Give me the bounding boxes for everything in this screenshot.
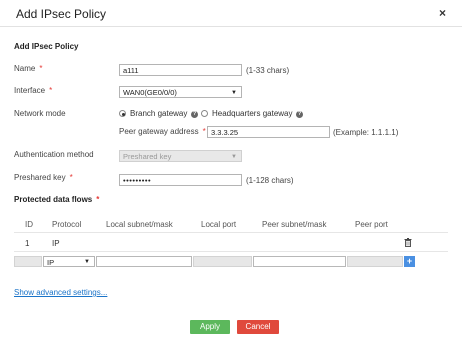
help-icon[interactable]: ? xyxy=(191,111,198,118)
name-label: Name * xyxy=(14,64,42,73)
peer-gateway-hint: (Example: 1.1.1.1) xyxy=(333,128,399,137)
peer-gateway-input[interactable]: 3.3.3.25 xyxy=(207,126,330,138)
new-row-peer-port-cell xyxy=(347,256,403,267)
name-input[interactable]: a111 xyxy=(119,64,242,76)
dialog-title: Add IPsec Policy xyxy=(16,7,107,21)
interface-label: Interface * xyxy=(14,86,52,95)
chevron-down-icon: ▼ xyxy=(84,259,90,265)
radio-branch-gateway[interactable] xyxy=(119,110,126,117)
column-header-local-port: Local port xyxy=(201,220,237,229)
apply-button[interactable]: Apply xyxy=(190,320,230,334)
preshared-key-label: Preshared key * xyxy=(14,173,73,182)
interface-select[interactable]: WAN0(GE0/0/0) ▼ xyxy=(119,86,242,98)
required-mark: * xyxy=(96,195,100,204)
flow-row-protocol: IP xyxy=(52,239,60,248)
branch-gateway-label: Branch gateway xyxy=(130,109,188,118)
required-mark: * xyxy=(202,127,206,136)
required-mark: * xyxy=(39,64,43,73)
new-row-peer-subnet-input[interactable] xyxy=(253,256,346,267)
radio-headquarters-gateway[interactable] xyxy=(201,110,208,117)
header-divider xyxy=(0,26,462,27)
new-row-id-cell xyxy=(14,256,42,267)
cancel-button[interactable]: Cancel xyxy=(237,320,279,334)
section-title: Add IPsec Policy xyxy=(14,42,79,51)
interface-label-text: Interface xyxy=(14,86,46,95)
table-header-divider xyxy=(14,232,448,233)
auth-method-select: Preshared key ▼ xyxy=(119,150,242,162)
auth-method-value: Preshared key xyxy=(123,152,172,161)
column-header-local-subnet: Local subnet/mask xyxy=(106,220,173,229)
column-header-protocol: Protocol xyxy=(52,220,82,229)
name-label-text: Name xyxy=(14,64,36,73)
preshared-key-label-text: Preshared key xyxy=(14,173,66,182)
preshared-key-hint: (1-128 chars) xyxy=(246,176,294,185)
help-icon[interactable]: ? xyxy=(296,111,303,118)
required-mark: * xyxy=(49,86,53,95)
required-mark: * xyxy=(69,173,73,182)
table-row-divider xyxy=(14,251,448,252)
headquarters-gateway-label: Headquarters gateway xyxy=(212,109,293,118)
chevron-down-icon: ▼ xyxy=(231,90,237,96)
new-row-local-subnet-input[interactable] xyxy=(96,256,192,267)
peer-gateway-label: Peer gateway address * xyxy=(119,127,206,136)
network-mode-label: Network mode xyxy=(14,109,66,118)
new-row-protocol-select[interactable]: IP ▼ xyxy=(43,256,95,267)
flow-row-id: 1 xyxy=(25,239,30,248)
close-icon[interactable]: × xyxy=(439,6,446,20)
new-row-protocol-value: IP xyxy=(47,258,55,267)
new-row-local-port-cell xyxy=(193,256,252,267)
column-header-peer-subnet: Peer subnet/mask xyxy=(262,220,327,229)
preshared-key-input[interactable]: ••••••••• xyxy=(119,174,242,186)
peer-gateway-label-text: Peer gateway address xyxy=(119,127,199,136)
protected-flows-title-text: Protected data flows xyxy=(14,195,93,204)
name-hint: (1-33 chars) xyxy=(246,66,290,75)
trash-icon[interactable] xyxy=(404,238,412,247)
chevron-down-icon: ▼ xyxy=(231,154,237,160)
column-header-peer-port: Peer port xyxy=(355,220,388,229)
auth-method-label: Authentication method xyxy=(14,150,94,159)
interface-select-value: WAN0(GE0/0/0) xyxy=(123,88,177,97)
protected-flows-title: Protected data flows * xyxy=(14,195,99,204)
show-advanced-settings-link[interactable]: Show advanced settings... xyxy=(14,288,107,297)
add-row-button[interactable]: + xyxy=(404,256,415,267)
column-header-id: ID xyxy=(25,220,33,229)
